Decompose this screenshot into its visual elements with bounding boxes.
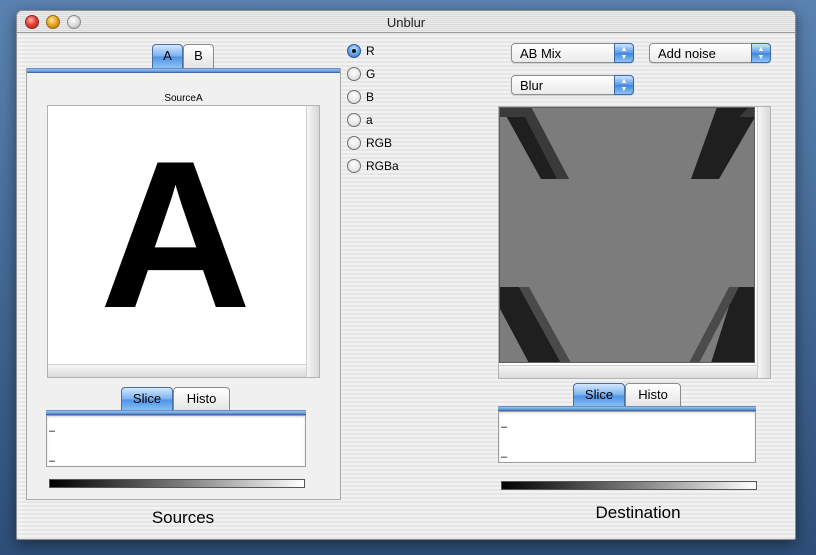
filter-popup-label: Blur — [520, 78, 544, 93]
sources-panel: SourceA A Slice Histo – – — [26, 68, 341, 500]
radio-channel-b[interactable]: B — [347, 88, 374, 106]
mix-popup[interactable]: AB Mix ▲ ▼ — [511, 43, 634, 63]
destination-label: Destination — [595, 503, 681, 522]
tab-source-a[interactable]: A — [152, 44, 183, 68]
radio-rgb-icon[interactable] — [347, 136, 361, 150]
source-slice-view: – – — [46, 415, 306, 467]
destination-blur-image — [499, 107, 755, 363]
radio-channel-g[interactable]: G — [347, 65, 375, 83]
noise-popup-arrows-icon: ▲ ▼ — [751, 43, 771, 63]
dest-slice-tick-bottom: – — [501, 451, 508, 463]
mix-popup-arrows-icon: ▲ ▼ — [614, 43, 634, 63]
slice-tick-top: – — [49, 425, 56, 437]
radio-rgba-label: RGBa — [366, 159, 399, 173]
noise-popup-label: Add noise — [658, 46, 716, 61]
noise-popup[interactable]: Add noise ▲ ▼ — [649, 43, 771, 63]
radio-b-label: B — [366, 90, 375, 104]
destination-slice-view: – – — [498, 411, 756, 463]
source-tab-strip — [27, 68, 340, 73]
radio-a-label: a — [366, 113, 373, 127]
radio-b-icon[interactable] — [347, 90, 361, 104]
filter-popup[interactable]: Blur ▲ ▼ — [511, 75, 634, 95]
mix-popup-label: AB Mix — [520, 46, 562, 61]
destination-horizontal-scrollbar[interactable] — [499, 365, 757, 378]
radio-rgb-label: RGB — [366, 136, 393, 150]
radio-r-label: R — [366, 44, 375, 58]
dest-slice-tick-top: – — [501, 421, 508, 433]
destination-gradient-bar — [501, 481, 757, 490]
source-gradient-bar — [49, 479, 305, 488]
source-image-letter: A — [99, 117, 252, 352]
source-image-view[interactable]: A — [47, 105, 320, 378]
tab-source-histo[interactable]: Histo — [173, 387, 230, 411]
radio-channel-rgba[interactable]: RGBa — [347, 157, 399, 175]
tab-destination-slice[interactable]: Slice — [573, 383, 625, 407]
source-vertical-scrollbar[interactable] — [306, 106, 319, 377]
radio-r-icon[interactable] — [347, 44, 361, 58]
destination-image — [499, 107, 755, 363]
tab-source-b[interactable]: B — [183, 44, 214, 68]
radio-rgba-icon[interactable] — [347, 159, 361, 173]
radio-channel-rgb[interactable]: RGB — [347, 134, 392, 152]
source-caption: SourceA — [164, 93, 203, 104]
source-horizontal-scrollbar[interactable] — [48, 364, 306, 377]
slice-tick-bottom: – — [49, 455, 56, 467]
app-window: Unblur A B SourceA A Slice Histo – – Sou… — [16, 10, 796, 540]
window-title: Unblur — [386, 15, 426, 30]
radio-channel-r[interactable]: R — [347, 42, 375, 60]
tab-source-slice[interactable]: Slice — [121, 387, 173, 411]
title-bar[interactable]: Unblur — [17, 11, 795, 33]
radio-a-icon[interactable] — [347, 113, 361, 127]
radio-channel-a[interactable]: a — [347, 111, 373, 129]
tab-destination-histo[interactable]: Histo — [625, 383, 681, 407]
destination-vertical-scrollbar[interactable] — [757, 107, 770, 378]
filter-popup-arrows-icon: ▲ ▼ — [614, 75, 634, 95]
destination-image-view[interactable] — [498, 106, 771, 379]
radio-g-icon[interactable] — [347, 67, 361, 81]
radio-g-label: G — [366, 67, 376, 81]
sources-label: Sources — [151, 508, 215, 527]
